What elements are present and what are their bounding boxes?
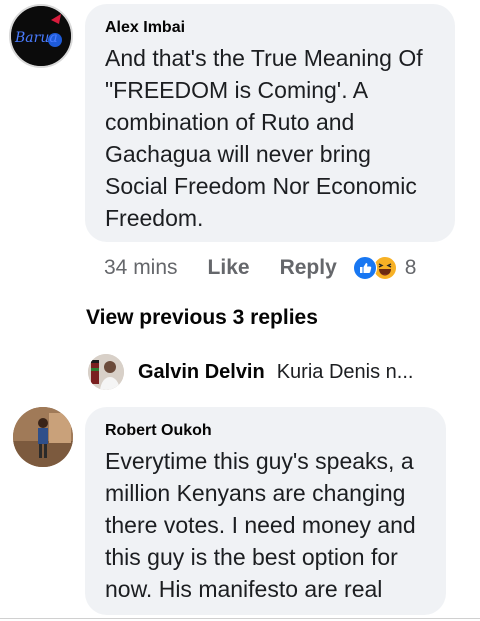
comment-author[interactable]: Robert Oukoh bbox=[105, 421, 426, 441]
reply-preview-text: Kuria Denis n... bbox=[276, 360, 414, 383]
reply-button[interactable]: Reply bbox=[280, 256, 337, 280]
avatar-robert-oukoh[interactable] bbox=[13, 407, 73, 467]
avatar-logo-icon: Barua bbox=[11, 6, 71, 66]
comment-timestamp[interactable]: 34 mins bbox=[104, 256, 178, 280]
comment-bubble-1: Alex Imbai And that's the True Meaning O… bbox=[85, 4, 455, 242]
comment-bubble-2: Robert Oukoh Everytime this guy's speaks… bbox=[85, 407, 446, 615]
view-previous-replies-link[interactable]: View previous 3 replies bbox=[86, 306, 318, 330]
reaction-count: 8 bbox=[404, 256, 417, 279]
divider bbox=[0, 618, 480, 619]
comment-text: Everytime this guy's speaks, a million K… bbox=[105, 448, 416, 602]
reply-author[interactable]: Galvin Delvin bbox=[138, 361, 265, 384]
like-icon bbox=[352, 256, 377, 280]
comment-actions: 34 mins Like Reply 8 bbox=[104, 256, 416, 280]
comment-author[interactable]: Alex Imbai bbox=[105, 18, 435, 38]
avatar-alex-imbai[interactable]: Barua bbox=[9, 4, 73, 68]
reply-preview[interactable]: Galvin Delvin Kuria Denis n... bbox=[88, 354, 413, 390]
svg-text:Barua: Barua bbox=[14, 30, 58, 46]
avatar-galvin-delvin[interactable] bbox=[88, 354, 124, 390]
reaction-summary[interactable]: 8 bbox=[352, 256, 417, 280]
comment-text: And that's the True Meaning Of "FREEDOM … bbox=[105, 45, 423, 231]
like-button[interactable]: Like bbox=[208, 256, 250, 280]
